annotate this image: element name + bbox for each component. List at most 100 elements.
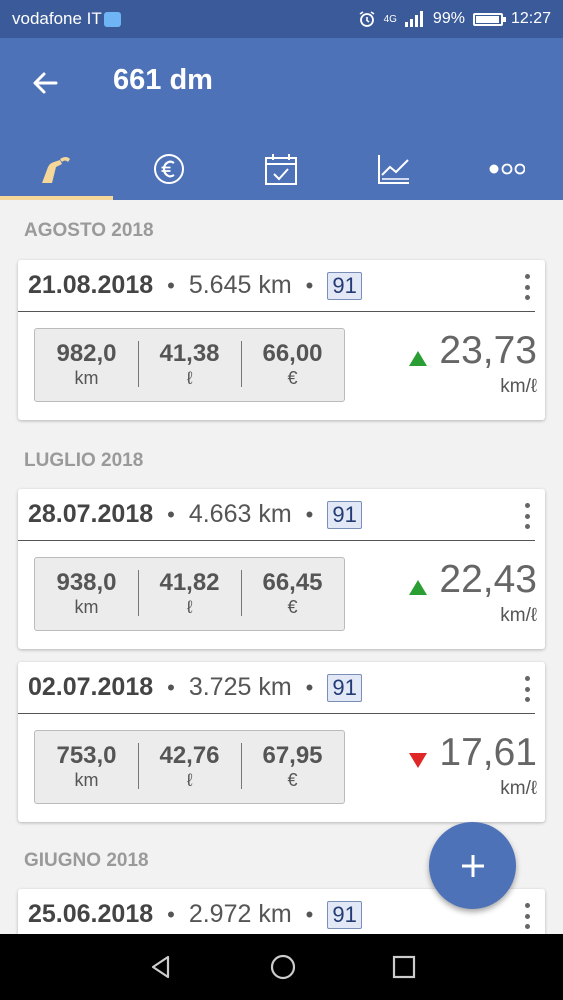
consumption: 23,73 km/ℓ (409, 328, 537, 398)
distance-unit: km (74, 770, 99, 790)
entry-odometer: 5.645 km (188, 271, 292, 299)
liters-value: 41,38 (159, 340, 220, 367)
distance-unit: km (74, 597, 99, 617)
carrier-name: vodafone IT (12, 9, 102, 28)
separator-dot: • (305, 901, 314, 927)
entry-menu-icon[interactable] (523, 903, 531, 929)
liters-unit: ℓ (186, 770, 193, 790)
liters-stat: 41,38 ℓ (138, 329, 241, 401)
status-bar: vodafone IT 4G 99% 12:27 (0, 0, 563, 38)
tab-costs[interactable] (113, 138, 226, 200)
entry-odometer: 4.663 km (188, 500, 292, 528)
entry-date: 28.07.2018 (28, 500, 154, 528)
octane-badge: 91 (327, 673, 362, 702)
entry-menu-icon[interactable] (523, 676, 531, 702)
entry-stats: 938,0 km 41,82 ℓ 66,45 € (34, 557, 345, 631)
consumption-value: 23,73 (439, 329, 537, 372)
entry-date: 02.07.2018 (28, 673, 154, 701)
euro-icon (153, 154, 184, 184)
signal-icon (404, 11, 423, 27)
distance-value: 938,0 (56, 569, 117, 596)
separator-dot: • (167, 501, 175, 527)
cost-unit: € (287, 770, 298, 790)
liters-stat: 42,76 ℓ (138, 731, 241, 803)
entry-header: 21.08.2018 • 5.645 km • 91 (18, 260, 535, 312)
octane-badge: 91 (327, 900, 362, 929)
notification-icon (103, 11, 121, 27)
distance-value: 982,0 (56, 340, 117, 367)
trend-down-icon (409, 753, 428, 769)
nav-home-icon[interactable] (269, 953, 297, 981)
entry-date: 25.06.2018 (28, 900, 154, 928)
distance-stat: 982,0 km (35, 329, 138, 401)
add-entry-button[interactable] (429, 822, 516, 909)
distance-unit: km (74, 368, 99, 388)
system-nav-bar (0, 934, 563, 1000)
entry-odometer: 3.725 km (188, 673, 292, 701)
chart-icon (378, 155, 410, 184)
separator-dot: • (167, 272, 175, 298)
calendar-check-icon (265, 154, 298, 185)
fuel-entry-card[interactable]: 28.07.2018 • 4.663 km • 91 938,0 km 41,82… (18, 489, 545, 649)
cost-value: 66,45 (262, 569, 323, 596)
battery-percent: 99% (432, 10, 465, 27)
octane-badge: 91 (327, 271, 362, 300)
consumption: 17,61 km/ℓ (409, 730, 537, 800)
entry-header: 28.07.2018 • 4.663 km • 91 (18, 489, 535, 541)
consumption-unit: km/ℓ (500, 376, 537, 397)
distance-value: 753,0 (56, 742, 117, 769)
separator-dot: • (305, 501, 314, 527)
liters-stat: 41,82 ℓ (138, 558, 241, 630)
network-type: 4G (383, 13, 397, 25)
back-arrow-icon[interactable] (30, 68, 60, 98)
entry-menu-icon[interactable] (523, 274, 531, 300)
cost-value: 66,00 (262, 340, 323, 367)
alarm-icon (359, 11, 375, 27)
battery-icon (472, 12, 506, 26)
entry-stats: 753,0 km 42,76 ℓ 67,95 € (34, 730, 345, 804)
separator-dot: • (305, 272, 314, 298)
liters-value: 42,76 (159, 742, 220, 769)
entry-date: 21.08.2018 (28, 271, 154, 299)
fuel-entry-card[interactable]: 02.07.2018 • 3.725 km • 91 753,0 km 42,76… (18, 662, 545, 822)
liters-unit: ℓ (186, 597, 193, 617)
plus-icon (461, 854, 484, 877)
liters-unit: ℓ (186, 368, 193, 388)
octane-badge: 91 (327, 500, 362, 529)
separator-dot: • (167, 674, 175, 700)
consumption-value: 17,61 (439, 731, 537, 774)
trend-up-icon (409, 351, 428, 367)
cost-stat: 67,95 € (241, 731, 344, 803)
consumption-unit: km/ℓ (500, 778, 537, 799)
cost-value: 67,95 (262, 742, 323, 769)
entry-stats: 982,0 km 41,38 ℓ 66,00 € (34, 328, 345, 402)
tab-reminders[interactable] (225, 138, 338, 200)
fuel-entry-card[interactable]: 21.08.2018 • 5.645 km • 91 982,0 km 41,38… (18, 260, 545, 420)
tab-more[interactable] (450, 138, 563, 200)
liters-value: 41,82 (159, 569, 220, 596)
cost-stat: 66,00 € (241, 329, 344, 401)
clock: 12:27 (510, 10, 551, 27)
vehicle-title: 661 dm (113, 64, 213, 96)
separator-dot: • (305, 674, 314, 700)
tab-statistics[interactable] (338, 138, 451, 200)
trend-up-icon (409, 580, 428, 596)
more-dots-icon (489, 163, 525, 175)
entry-header: 02.07.2018 • 3.725 km • 91 (18, 662, 535, 714)
cost-unit: € (287, 597, 298, 617)
distance-stat: 938,0 km (35, 558, 138, 630)
separator-dot: • (167, 901, 175, 927)
tab-bar (0, 138, 563, 200)
tab-fuel[interactable] (0, 138, 113, 200)
cost-stat: 66,45 € (241, 558, 344, 630)
section-header: LUGLIO 2018 (24, 450, 144, 471)
entry-menu-icon[interactable] (523, 503, 531, 529)
distance-stat: 753,0 km (35, 731, 138, 803)
nav-recents-icon[interactable] (392, 955, 416, 979)
cost-unit: € (287, 368, 298, 388)
entry-odometer: 2.972 km (188, 900, 292, 928)
consumption-value: 22,43 (439, 558, 537, 601)
nav-back-icon[interactable] (148, 954, 174, 980)
fuel-pump-icon (42, 157, 71, 183)
section-header: AGOSTO 2018 (24, 220, 154, 241)
